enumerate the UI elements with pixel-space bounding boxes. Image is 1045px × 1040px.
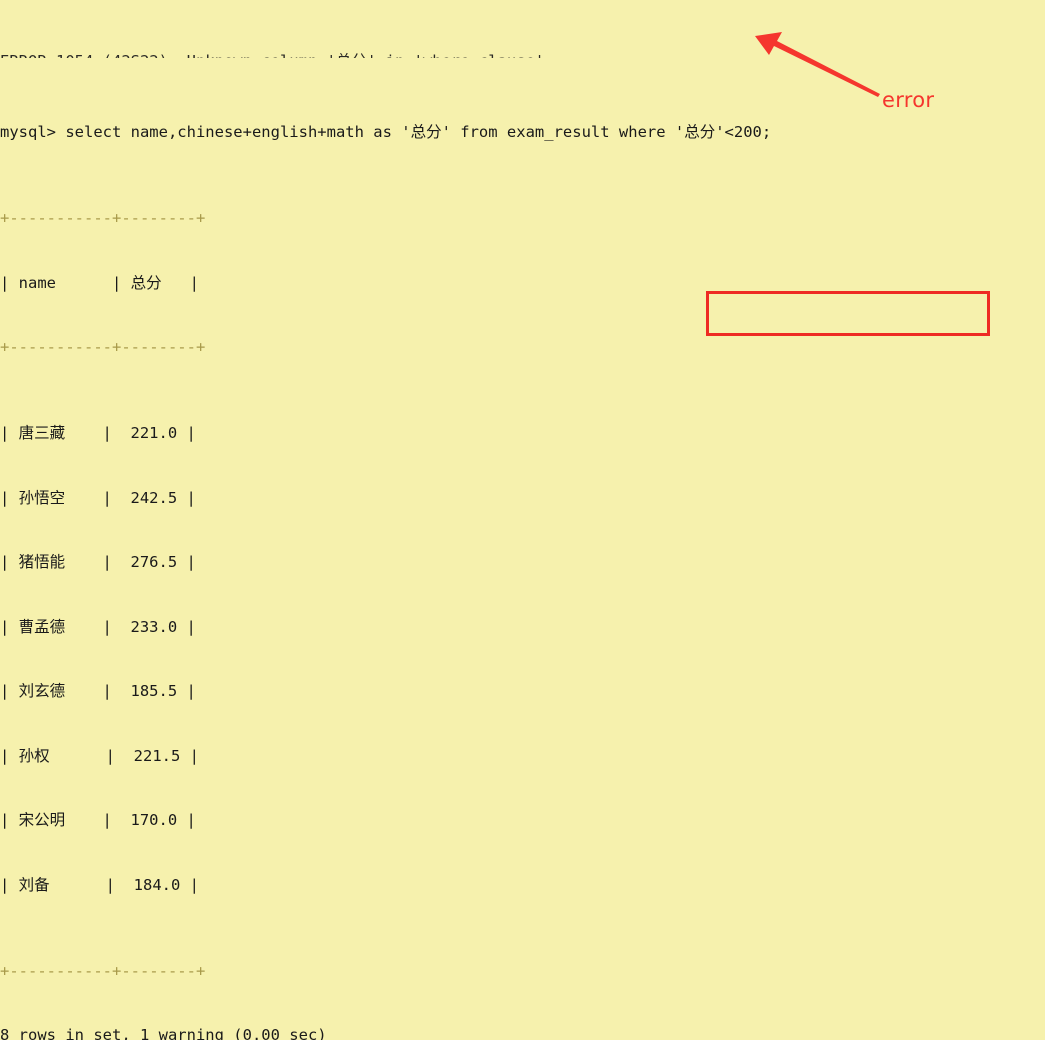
table-row: | 刘玄德 | 185.5 | <box>0 682 196 700</box>
table1-row-count: 8 rows in set, 1 warning (0.00 sec) <box>0 1026 327 1040</box>
terminal-window[interactable]: ERROR 1054 (42S22): Unknown column '总分' … <box>0 0 1045 1040</box>
table-row: | 孙悟空 | 242.5 | <box>0 488 196 507</box>
table1-header-row: | name | 总分 | <box>0 273 199 292</box>
table1-separator-top: +-----------+--------+ <box>0 209 206 227</box>
table-row: | 曹孟德 | 233.0 | <box>0 617 196 636</box>
error-annotation-label: error <box>882 88 935 112</box>
clipped-error-line: ERROR 1054 (42S22): Unknown column '总分' … <box>0 51 1045 58</box>
query-line-1: mysql> select name,chinese+english+math … <box>0 123 772 141</box>
table1-separator-bottom: +-----------+--------+ <box>0 961 206 980</box>
table1-separator-mid: +-----------+--------+ <box>0 338 206 356</box>
table-row: | 宋公明 | 170.0 | <box>0 811 196 829</box>
table-row: | 唐三藏 | 221.0 | <box>0 424 196 442</box>
table-row: | 孙权 | 221.5 | <box>0 746 199 765</box>
table-row: | 猪悟能 | 276.5 | <box>0 553 196 571</box>
table-row: | 刘备 | 184.0 | <box>0 875 199 894</box>
